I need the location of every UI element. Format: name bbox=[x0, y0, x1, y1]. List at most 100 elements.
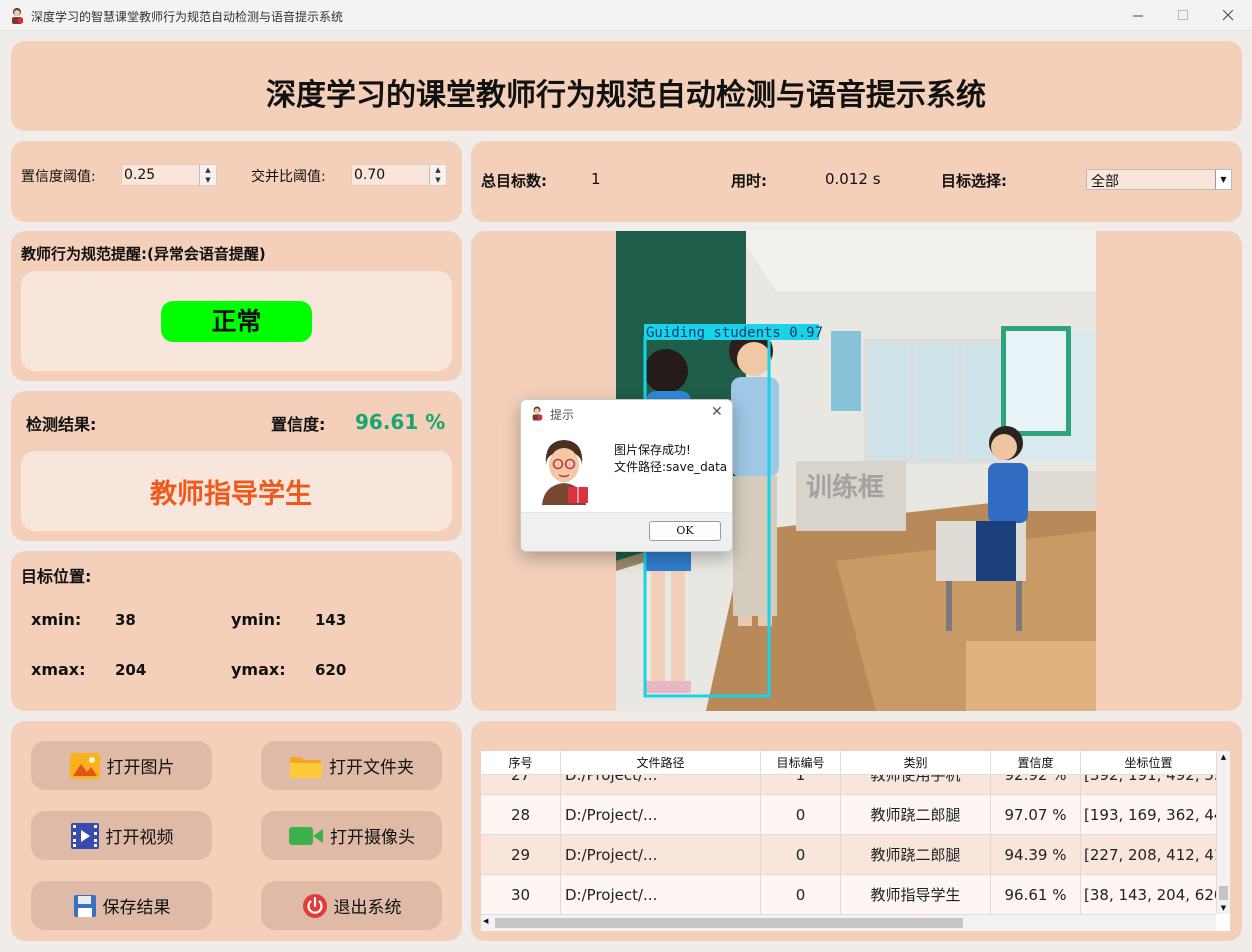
image-icon bbox=[69, 752, 100, 779]
minimize-icon bbox=[1132, 15, 1143, 17]
open-folder-label: 打开文件夹 bbox=[329, 758, 414, 778]
cell-confidence: 94.39 % bbox=[991, 835, 1081, 874]
ymin-value: 143 bbox=[315, 611, 347, 629]
dialog-title: 提示 bbox=[550, 408, 575, 422]
spin-down-icon[interactable]: ▼ bbox=[430, 175, 446, 185]
folder-icon bbox=[290, 756, 322, 778]
xmax-label: xmax: bbox=[31, 660, 86, 679]
dialog-close-icon[interactable]: ✕ bbox=[711, 404, 723, 420]
open-folder-button[interactable]: 打开文件夹 bbox=[261, 741, 442, 790]
minimize-button[interactable] bbox=[1115, 0, 1161, 31]
save-result-label: 保存结果 bbox=[102, 898, 171, 918]
time-value: 0.012 s bbox=[825, 170, 881, 188]
conf-threshold-spinbox[interactable]: 0.25 ▲ ▼ bbox=[121, 164, 217, 186]
results-table[interactable]: 27 D:/Project/... 1 教师使用手机 92.92 % [392,… bbox=[481, 751, 1230, 931]
cell-confidence: 96.61 % bbox=[991, 875, 1081, 914]
cell-coords: [38, 143, 204, 620] bbox=[1084, 886, 1216, 904]
confidence-value: 96.61 % bbox=[355, 410, 446, 434]
open-video-label: 打开视频 bbox=[105, 828, 174, 848]
time-label: 用时: bbox=[731, 172, 767, 190]
video-icon bbox=[70, 822, 99, 849]
maximize-icon bbox=[1177, 10, 1188, 20]
teacher-avatar-icon bbox=[542, 440, 588, 505]
watermark-text: 训练框 bbox=[806, 472, 884, 503]
target-select-dropdown[interactable]: 全部 ▼ bbox=[1086, 169, 1232, 190]
total-targets-label: 总目标数: bbox=[481, 172, 547, 190]
confidence-label: 置信度: bbox=[271, 415, 326, 434]
table-row[interactable]: 30 D:/Project/... 0 教师指导学生 96.61 % [38, … bbox=[481, 875, 1216, 915]
scroll-up-icon[interactable]: ▲ bbox=[1217, 751, 1230, 763]
ymin-label: ymin: bbox=[231, 610, 282, 629]
table-row[interactable]: 28 D:/Project/... 0 教师跷二郎腿 97.07 % [193,… bbox=[481, 795, 1216, 835]
xmax-value: 204 bbox=[115, 661, 147, 679]
iou-threshold-spinbox[interactable]: 0.70 ▲ ▼ bbox=[351, 164, 447, 186]
reminder-label: 教师行为规范提醒:(异常会语音提醒) bbox=[21, 245, 266, 263]
detected-class-text: 教师指导学生 bbox=[150, 479, 312, 510]
target-select-label: 目标选择: bbox=[941, 172, 1007, 190]
save-success-dialog: 提示 ✕ 图片保存成功! 文件路径:save_data OK bbox=[520, 399, 733, 552]
table-vertical-scrollbar[interactable]: ▲ ▼ bbox=[1216, 751, 1230, 914]
dialog-footer: OK bbox=[521, 512, 732, 551]
dialog-path: 文件路径:save_data bbox=[614, 460, 728, 474]
table-horizontal-scrollbar[interactable]: ◀ bbox=[481, 914, 1216, 931]
power-icon bbox=[302, 893, 327, 918]
cell-path: D:/Project/... bbox=[561, 795, 761, 834]
cell-class: 教师跷二郎腿 bbox=[841, 835, 991, 874]
cell-coords: [227, 208, 412, 419 bbox=[1084, 846, 1216, 864]
cell-index: 30 bbox=[481, 875, 561, 914]
close-window-button[interactable] bbox=[1205, 0, 1251, 31]
header-target-id[interactable]: 目标编号 bbox=[761, 751, 841, 774]
exit-button[interactable]: 退出系统 bbox=[261, 881, 442, 930]
conf-threshold-label: 置信度阈值: bbox=[21, 169, 96, 185]
camera-icon bbox=[289, 826, 323, 845]
scroll-thumb[interactable] bbox=[495, 918, 963, 928]
open-video-button[interactable]: 打开视频 bbox=[31, 811, 212, 860]
open-image-label: 打开图片 bbox=[106, 758, 175, 778]
maximize-button[interactable] bbox=[1160, 0, 1206, 31]
detection-box-label: Guiding students 0.97 bbox=[646, 325, 823, 341]
cell-confidence: 97.07 % bbox=[991, 795, 1081, 834]
scroll-left-icon[interactable]: ◀ bbox=[483, 917, 488, 925]
exit-label: 退出系统 bbox=[333, 898, 402, 918]
close-icon bbox=[1222, 10, 1233, 21]
ymax-value: 620 bbox=[315, 661, 347, 679]
cell-index: 29 bbox=[481, 835, 561, 874]
save-result-button[interactable]: 保存结果 bbox=[31, 881, 212, 930]
header-index[interactable]: 序号 bbox=[481, 751, 561, 774]
cell-target-id: 0 bbox=[761, 875, 841, 914]
xmin-value: 38 bbox=[115, 611, 136, 629]
spin-down-icon[interactable]: ▼ bbox=[200, 175, 216, 185]
scroll-down-icon[interactable]: ▼ bbox=[1217, 902, 1230, 914]
target-select-value: 全部 bbox=[1091, 174, 1119, 190]
open-image-button[interactable]: 打开图片 bbox=[31, 741, 212, 790]
save-icon bbox=[73, 894, 96, 917]
table-header: 序号 文件路径 目标编号 类别 置信度 坐标位置 bbox=[481, 751, 1216, 775]
status-badge: 正常 bbox=[161, 301, 312, 342]
target-position-label: 目标位置: bbox=[21, 567, 92, 586]
page-title: 深度学习的课堂教师行为规范自动检测与语音提示系统 bbox=[266, 78, 986, 113]
header-path[interactable]: 文件路径 bbox=[561, 751, 761, 774]
table-row[interactable]: 29 D:/Project/... 0 教师跷二郎腿 94.39 % [227,… bbox=[481, 835, 1216, 875]
cell-coords: [193, 169, 362, 442 bbox=[1084, 806, 1216, 824]
cell-path: D:/Project/... bbox=[561, 875, 761, 914]
conf-threshold-value: 0.25 bbox=[124, 167, 156, 183]
header-coords[interactable]: 坐标位置 bbox=[1081, 751, 1216, 774]
detection-result-label: 检测结果: bbox=[26, 415, 97, 434]
spin-up-icon[interactable]: ▲ bbox=[200, 165, 216, 175]
ymax-label: ymax: bbox=[231, 660, 286, 679]
cell-target-id: 0 bbox=[761, 795, 841, 834]
window-title: 深度学习的智慧课堂教师行为规范自动检测与语音提示系统 bbox=[31, 10, 344, 24]
header-class[interactable]: 类别 bbox=[841, 751, 991, 774]
dialog-ok-button[interactable]: OK bbox=[649, 521, 721, 541]
cell-class: 教师指导学生 bbox=[841, 875, 991, 914]
scroll-thumb[interactable] bbox=[1219, 886, 1228, 900]
dialog-message: 图片保存成功! bbox=[614, 443, 691, 457]
total-targets-value: 1 bbox=[591, 170, 601, 188]
cell-index: 28 bbox=[481, 795, 561, 834]
iou-threshold-value: 0.70 bbox=[354, 167, 386, 183]
cell-target-id: 0 bbox=[761, 835, 841, 874]
header-confidence[interactable]: 置信度 bbox=[991, 751, 1081, 774]
open-camera-button[interactable]: 打开摄像头 bbox=[261, 811, 442, 860]
spin-up-icon[interactable]: ▲ bbox=[430, 165, 446, 175]
cell-class: 教师跷二郎腿 bbox=[841, 795, 991, 834]
